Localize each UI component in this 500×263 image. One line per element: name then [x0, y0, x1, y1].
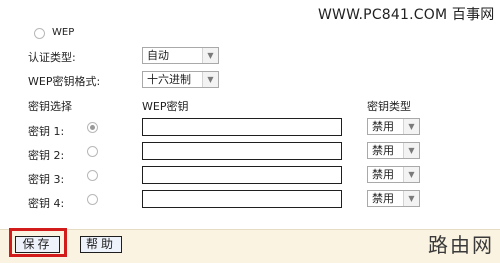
chevron-down-icon: ▼ [202, 72, 218, 87]
key-2-label: 密钥 2: [28, 149, 65, 162]
key-4-type-value: 禁用 [372, 192, 394, 205]
key-1-radio[interactable] [87, 122, 98, 133]
key-3-type-value: 禁用 [372, 168, 394, 181]
chevron-down-icon: ▼ [403, 167, 419, 182]
wep-option-label: WEP [52, 27, 75, 38]
watermark-top: WWW.PC841.COM 百事网 [318, 7, 495, 23]
key-2-radio[interactable] [87, 146, 98, 157]
key-3-input[interactable] [142, 166, 342, 184]
column-header-key-type: 密钥类型 [367, 100, 411, 113]
key-4-input[interactable] [142, 190, 342, 208]
save-highlight-box [9, 228, 67, 257]
chevron-down-icon: ▼ [403, 119, 419, 134]
auth-type-label: 认证类型: [28, 51, 76, 64]
wep-radio[interactable] [34, 28, 45, 39]
key-2-input[interactable] [142, 142, 342, 160]
chevron-down-icon: ▼ [403, 191, 419, 206]
key-format-select[interactable]: 十六进制 ▼ [142, 71, 219, 88]
key-1-label: 密钥 1: [28, 125, 65, 138]
auth-type-select[interactable]: 自动 ▼ [142, 47, 219, 64]
help-button[interactable]: 帮助 [80, 236, 122, 253]
key-4-radio[interactable] [87, 194, 98, 205]
chevron-down-icon: ▼ [403, 143, 419, 158]
key-3-type-select[interactable]: 禁用 ▼ [367, 166, 420, 183]
key-format-label: WEP密钥格式: [28, 75, 101, 88]
key-2-type-value: 禁用 [372, 144, 394, 157]
key-3-label: 密钥 3: [28, 173, 65, 186]
key-4-label: 密钥 4: [28, 197, 65, 210]
key-1-type-select[interactable]: 禁用 ▼ [367, 118, 420, 135]
auth-type-value: 自动 [147, 49, 169, 62]
key-3-radio[interactable] [87, 170, 98, 181]
key-4-type-select[interactable]: 禁用 ▼ [367, 190, 420, 207]
bottom-bar [0, 229, 500, 263]
key-format-value: 十六进制 [147, 73, 191, 86]
column-header-wep-key: WEP密钥 [142, 100, 189, 113]
column-header-key-select: 密钥选择 [28, 100, 72, 113]
key-1-input[interactable] [142, 118, 342, 136]
key-1-type-value: 禁用 [372, 120, 394, 133]
chevron-down-icon: ▼ [202, 48, 218, 63]
watermark-bottom: 路由网 [428, 233, 494, 257]
key-2-type-select[interactable]: 禁用 ▼ [367, 142, 420, 159]
